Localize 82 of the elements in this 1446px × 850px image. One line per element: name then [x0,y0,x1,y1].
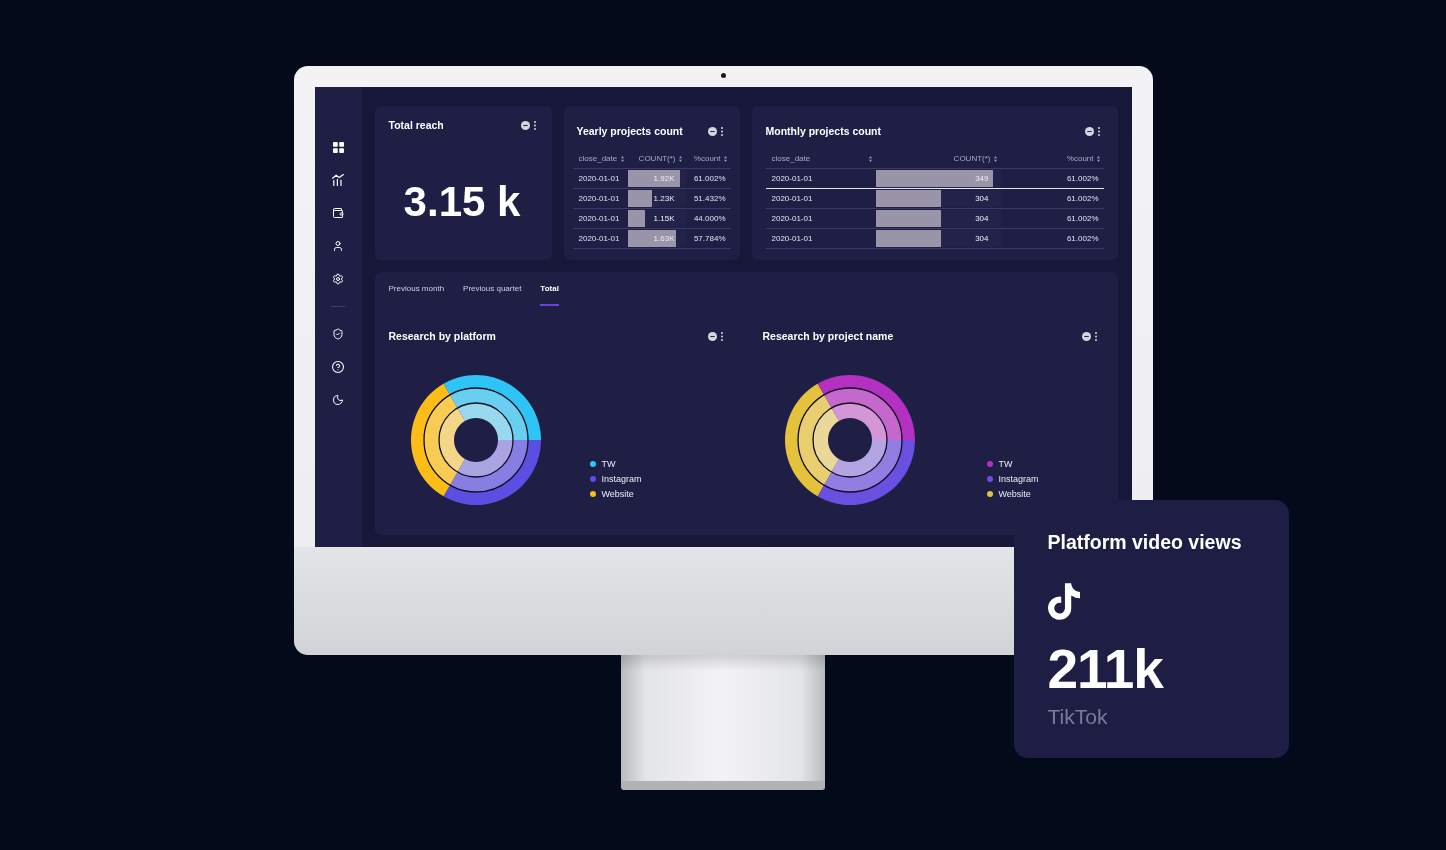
card-title: Platform video views [1047,530,1242,555]
column-header: %count [693,154,721,163]
table-cell-text: 304 [975,233,989,245]
minus-circle-icon[interactable] [707,126,717,136]
help-icon[interactable] [332,361,344,373]
tiktok-logo-icon [1047,583,1080,620]
settings-icon[interactable] [332,273,344,285]
legend-label: TW [998,458,1013,469]
minus-circle-icon[interactable] [520,120,530,130]
more-vertical-icon[interactable] [1097,126,1100,136]
column-header: close_date [578,154,618,163]
minus-circle-icon[interactable] [1081,331,1091,341]
tab[interactable]: Total [540,284,559,306]
minus-circle-icon[interactable] [707,331,717,341]
tab[interactable]: Previous month [388,284,445,306]
column-header: %count [1066,154,1094,163]
sort-icon[interactable] [620,155,624,162]
legend-label: TW [601,458,616,469]
table-row[interactable]: 2020-01-01 304 61.002% [765,209,1104,229]
sort-icon[interactable] [993,155,997,162]
table-row[interactable]: 2020-01-01 1.63K 57.784% [572,229,731,249]
table-cell-text: 1.23K [653,193,675,205]
table-row[interactable]: 2020-01-01 304 61.002% [765,229,1104,249]
table-cell-text: 2020-01-01 [770,233,814,245]
table-row[interactable]: 2020-01-01 1.15K 44.000% [572,209,731,229]
table-cell-text: 2020-01-01 [577,193,621,205]
wallet-icon[interactable] [332,207,344,219]
table-cell-text: 57.784% [692,233,727,245]
table-cell-text: 61.002% [1065,173,1100,185]
stat-value: 3.15 k [403,181,521,223]
card-title: Monthly projects count [765,124,881,138]
camera-dot-icon [720,73,726,78]
table-cell-text: 1.92K [653,173,675,185]
sort-icon[interactable] [868,155,872,162]
card-title: Total reach [388,118,444,132]
table-row[interactable]: 2020-01-01 1.23K 51.432% [572,189,731,209]
more-vertical-icon[interactable] [720,331,723,341]
table-row[interactable]: 2020-01-01 1.92K 61.002% [572,169,731,189]
legend-label: Website [998,488,1031,499]
table-cell-text: 2020-01-01 [577,213,621,225]
table-cell-text: 61.002% [692,173,727,185]
column-header: COUNT(*) [638,154,676,163]
more-vertical-icon[interactable] [1094,331,1097,341]
table-cell-text: 61.002% [1065,233,1100,245]
legend-label: Website [601,488,634,499]
table-cell-text: 349 [975,173,989,185]
stat-value: 211k [1047,642,1163,697]
legend-label: Instagram [601,473,642,484]
moon-icon[interactable] [332,394,344,406]
table-cell-text: 304 [975,213,989,225]
table-cell-text: 61.002% [1065,193,1100,205]
minus-circle-icon[interactable] [1084,126,1094,136]
table-cell-text: 51.432% [692,193,727,205]
table-cell-text: 2020-01-01 [770,213,814,225]
table-row[interactable]: 2020-01-01 349 61.002% [765,169,1104,189]
sort-icon[interactable] [1096,155,1100,162]
table-cell-text: 2020-01-01 [577,173,621,185]
chart-title: Research by project name [762,329,894,343]
legend-label: Instagram [998,473,1039,484]
table-cell-text: 2020-01-01 [770,193,814,205]
sort-icon[interactable] [723,155,727,162]
table-cell-text: 1.63K [653,233,675,245]
card-title: Yearly projects count [576,124,683,138]
table-cell-text: 2020-01-01 [770,173,814,185]
column-header: close_date [771,154,811,163]
table-cell-text: 61.002% [1065,213,1100,225]
shield-check-icon[interactable] [332,328,344,340]
user-icon[interactable] [332,240,344,252]
sort-icon[interactable] [678,155,682,162]
chart-title: Research by platform [388,329,496,343]
table-row[interactable]: 2020-01-01 304 61.002% [765,189,1104,209]
column-header: COUNT(*) [953,154,991,163]
more-vertical-icon[interactable] [533,120,536,130]
grid-icon[interactable] [332,142,344,153]
table-cell-text: 44.000% [692,213,727,225]
table-cell-text: 2020-01-01 [577,233,621,245]
bar-chart-icon[interactable] [332,174,344,186]
table-cell-text: 304 [975,193,989,205]
table-cell-text: 1.15K [653,213,675,225]
tab[interactable]: Previous quartet [463,284,522,306]
platform-label: TikTok [1047,704,1108,730]
more-vertical-icon[interactable] [720,126,723,136]
